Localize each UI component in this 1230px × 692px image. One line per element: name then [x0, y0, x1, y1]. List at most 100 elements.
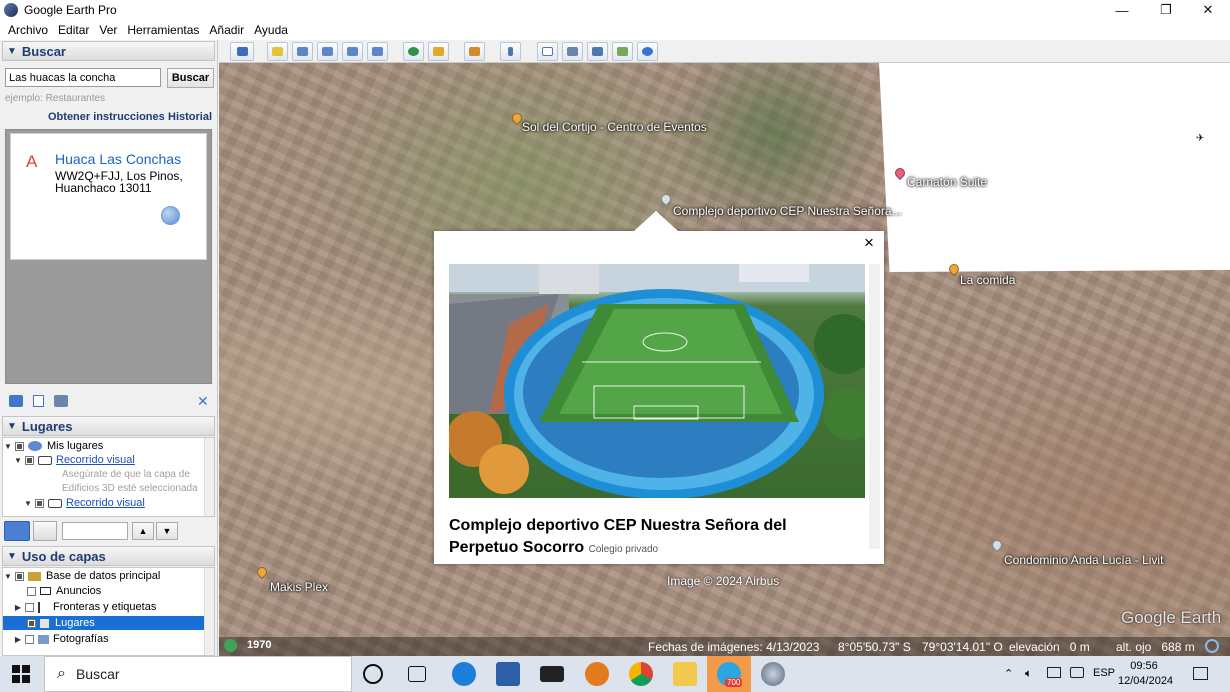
menu-anadir[interactable]: Añadir: [204, 23, 249, 37]
place-pin-icon[interactable]: [989, 537, 1005, 553]
expand-icon[interactable]: ▼: [3, 442, 13, 451]
expand-icon[interactable]: ▶: [13, 635, 23, 644]
places-section-header[interactable]: ▼ Lugares: [2, 416, 215, 436]
move-up-button[interactable]: ▲: [132, 522, 154, 540]
add-polygon-button[interactable]: [292, 42, 313, 61]
layer-primary-db[interactable]: ▼ Base de datos principal: [3, 569, 160, 583]
layers-scrollbar[interactable]: [204, 568, 214, 655]
start-button[interactable]: [0, 656, 42, 692]
result-title[interactable]: Huaca Las Conchas: [55, 151, 181, 167]
layer-borders[interactable]: ▶ Fronteras y etiquetas: [13, 600, 156, 614]
system-clock[interactable]: 09:56 12/04/2024: [1118, 659, 1173, 689]
map-view[interactable]: Sol del Cortijo - Centro de Eventos Comp…: [219, 63, 1230, 656]
checkbox[interactable]: [15, 441, 24, 451]
layer-ads[interactable]: Anuncios: [27, 584, 101, 598]
maximize-button[interactable]: ❐: [1144, 0, 1188, 20]
expand-icon[interactable]: ▼: [13, 456, 23, 465]
mail-icon[interactable]: [540, 666, 564, 682]
email-button[interactable]: [537, 42, 558, 61]
minimize-button[interactable]: —: [1100, 0, 1144, 20]
sidebar-toggle-button[interactable]: [230, 42, 254, 61]
menu-ayuda[interactable]: Ayuda: [249, 23, 293, 37]
north-arrow-icon[interactable]: ✈: [1196, 133, 1204, 144]
map-label-complejo[interactable]: Complejo deportivo CEP Nuestra Señora...: [673, 204, 902, 218]
network-icon[interactable]: [1047, 667, 1061, 678]
edge-icon[interactable]: [452, 662, 476, 686]
cortana-icon[interactable]: [363, 664, 383, 684]
input-language[interactable]: ESP: [1093, 667, 1115, 679]
print-button[interactable]: [562, 42, 583, 61]
sun-button[interactable]: [428, 42, 449, 61]
battery-icon[interactable]: [1070, 667, 1084, 678]
chrome-icon[interactable]: [629, 662, 653, 686]
search-result-card[interactable]: A Huaca Las Conchas WW2Q+FJJ, Los Pinos,…: [10, 133, 207, 260]
map-label-comida[interactable]: La comida: [960, 273, 1015, 287]
places-scrollbar[interactable]: [204, 438, 214, 516]
task-view-icon[interactable]: [408, 666, 426, 682]
google-earth-taskbar-icon[interactable]: [761, 662, 785, 686]
map-label-condominio[interactable]: Condominio Anda Lucía - Livit: [1004, 553, 1163, 567]
menu-herramientas[interactable]: Herramientas: [122, 23, 204, 37]
add-placemark-button[interactable]: [267, 42, 288, 61]
search-input[interactable]: [5, 68, 161, 87]
search-section-header[interactable]: ▼ Buscar: [2, 41, 215, 61]
ruler-button[interactable]: [500, 42, 521, 61]
layer-places[interactable]: Lugares: [3, 616, 204, 630]
taskbar-search[interactable]: ⌕ Buscar: [44, 656, 352, 692]
globe-icon[interactable]: [161, 206, 180, 225]
checkbox[interactable]: [35, 498, 44, 508]
search-places-button[interactable]: [4, 521, 30, 541]
checkbox[interactable]: [15, 571, 24, 581]
tray-chevron-icon[interactable]: ⌃: [1004, 667, 1013, 680]
map-label-sol[interactable]: Sol del Cortijo - Centro de Eventos: [522, 120, 707, 134]
balloon-close-button[interactable]: ×: [864, 233, 874, 253]
checkbox[interactable]: [27, 586, 36, 596]
earth-button[interactable]: [637, 42, 658, 61]
print-icon[interactable]: [54, 395, 68, 407]
store-icon[interactable]: [496, 662, 520, 686]
search-button[interactable]: Buscar: [167, 68, 214, 88]
save-image-button[interactable]: [587, 42, 608, 61]
add-overlay-button[interactable]: [342, 42, 363, 61]
browser-icon[interactable]: [585, 662, 609, 686]
place-pin-icon[interactable]: [658, 191, 674, 207]
add-folder-icon[interactable]: [9, 395, 23, 407]
tree-item-my-places[interactable]: ▼ Mis lugares: [3, 439, 103, 453]
checkbox[interactable]: [25, 455, 34, 465]
historical-imagery-icon[interactable]: [224, 639, 237, 652]
menu-ver[interactable]: Ver: [94, 23, 122, 37]
copy-icon[interactable]: [33, 395, 44, 407]
tour-link[interactable]: Recorrido visual: [56, 454, 135, 466]
checkbox[interactable]: [27, 618, 36, 628]
menu-editar[interactable]: Editar: [53, 23, 94, 37]
tour-link-2[interactable]: Recorrido visual: [66, 497, 145, 509]
directions-link[interactable]: Obtener instrucciones: [48, 111, 165, 123]
tree-item-tour-2[interactable]: ▼ Recorrido visual: [23, 496, 145, 510]
move-down-button[interactable]: ▼: [156, 522, 178, 540]
planets-button[interactable]: [464, 42, 485, 61]
add-path-button[interactable]: [317, 42, 338, 61]
layers-section-header[interactable]: ▼ Uso de capas: [2, 546, 215, 566]
historical-imagery-button[interactable]: [403, 42, 424, 61]
view-in-maps-button[interactable]: [612, 42, 633, 61]
menu-archivo[interactable]: Archivo: [3, 23, 53, 37]
close-panel-icon[interactable]: ✕: [197, 393, 211, 409]
telegram-taskbar-button[interactable]: 700: [707, 656, 751, 692]
tree-item-tour[interactable]: ▼ Recorrido visual: [13, 453, 135, 467]
volume-icon[interactable]: 🔈︎: [1025, 666, 1032, 681]
layer-photos[interactable]: ▶ Fotografías: [13, 632, 109, 646]
balloon-scrollbar[interactable]: [869, 264, 880, 549]
checkbox[interactable]: [25, 634, 34, 644]
expand-icon[interactable]: ▶: [13, 603, 23, 612]
expand-icon[interactable]: ▼: [3, 572, 13, 581]
history-link[interactable]: Historial: [168, 111, 212, 123]
notifications-icon[interactable]: [1193, 667, 1208, 680]
places-filter-input[interactable]: [62, 522, 128, 540]
checkbox[interactable]: [25, 602, 34, 612]
record-tour-button[interactable]: [367, 42, 388, 61]
file-explorer-icon[interactable]: [673, 662, 697, 686]
close-button[interactable]: ✕: [1186, 0, 1230, 20]
sidebar-toggle-button[interactable]: [33, 521, 57, 541]
map-label-makis[interactable]: Makis Plex: [270, 580, 328, 594]
expand-icon[interactable]: ▼: [23, 499, 33, 508]
